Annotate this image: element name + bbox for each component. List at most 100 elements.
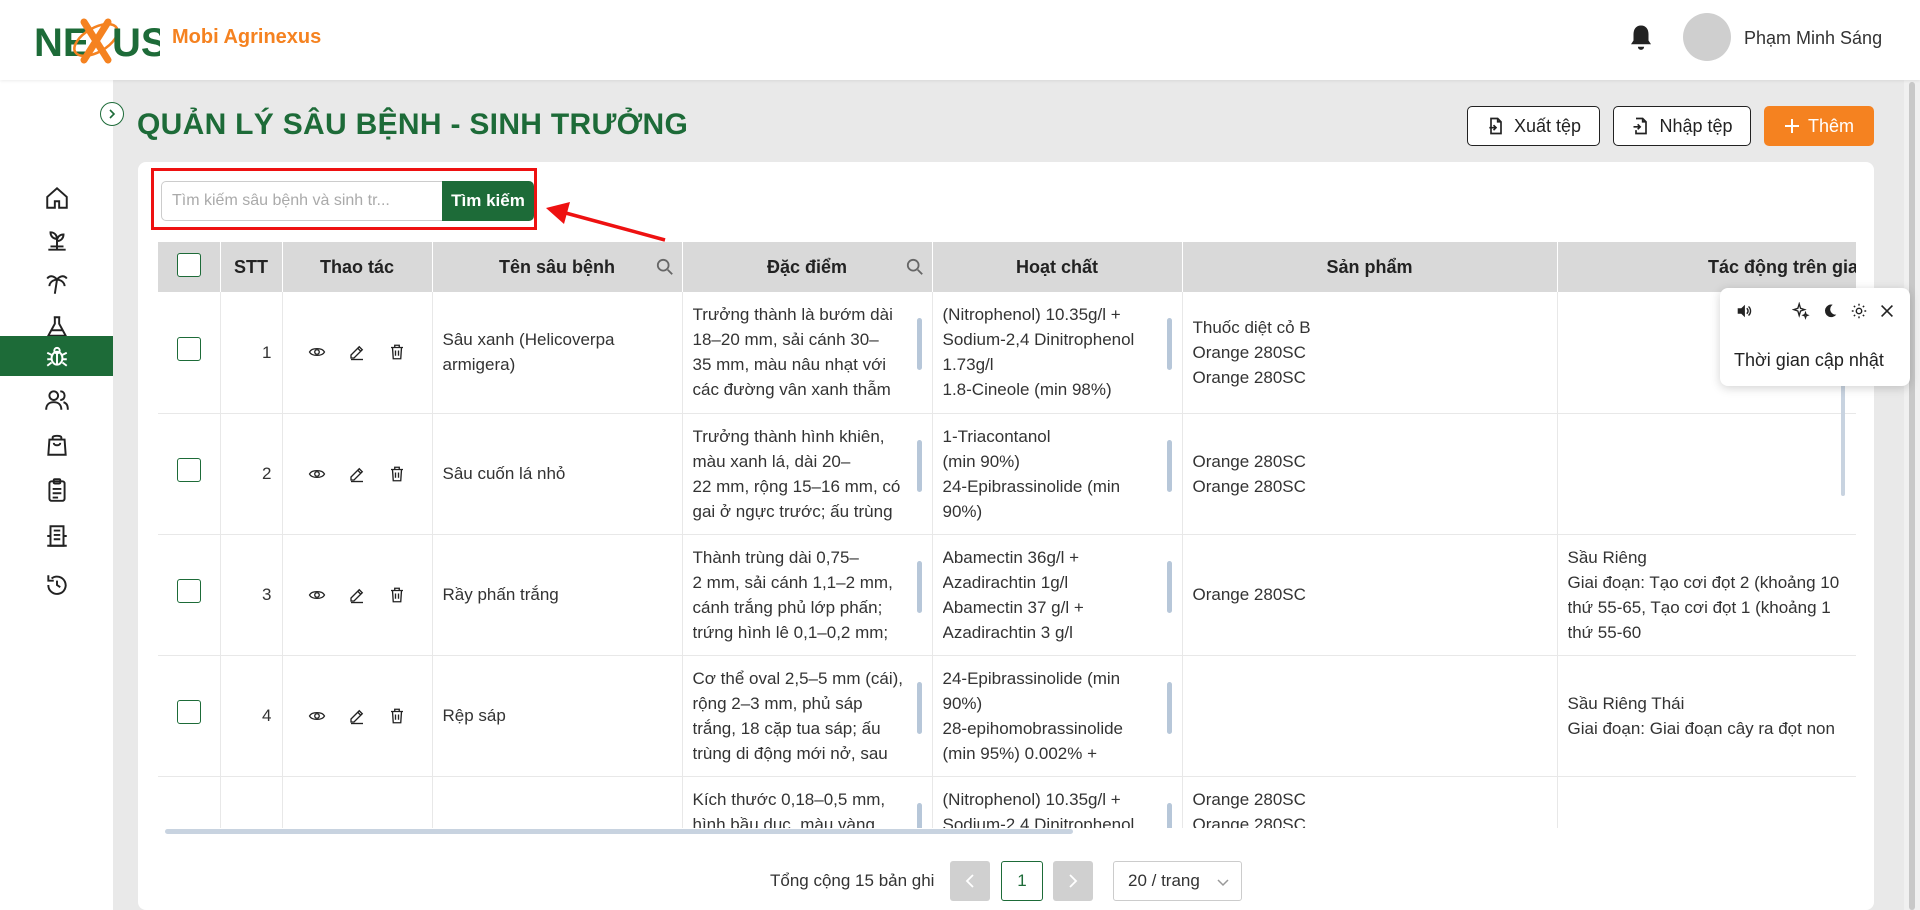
moon-icon[interactable] [1821,302,1839,320]
import-button[interactable]: Nhập tệp [1613,106,1751,146]
sidebar-item-tasks[interactable] [0,470,113,510]
notification-bell-icon[interactable] [1626,22,1656,54]
eye-icon[interactable] [308,586,326,604]
sidebar [0,80,113,910]
row-checkbox[interactable] [176,458,201,482]
chevron-right-icon [109,109,116,119]
page-scrollbar-thumb[interactable] [1909,82,1915,910]
cell-scrollbar[interactable] [916,439,922,492]
row-stt [220,776,283,828]
eye-icon[interactable] [308,343,326,361]
export-button[interactable]: Xuất tệp [1467,106,1600,146]
next-page-button[interactable] [1053,861,1093,901]
table-row[interactable]: 3 Rầy phấn trắng Thành trùng dài 0,75– 2 mm… [158,534,1856,656]
sparkle-icon[interactable] [1792,302,1810,320]
row-ingredient: Abamectin 36g/l + Azadirachtin 1g/l Abamec… [932,534,1183,656]
user-name[interactable]: Phạm Minh Sáng [1744,28,1882,49]
close-icon[interactable] [1878,302,1896,320]
table-row[interactable]: 2 Sâu cuốn lá nhỏ Trưởng thành hình khiên,… [158,413,1856,535]
sidebar-item-users[interactable] [0,380,113,420]
edit-icon[interactable] [348,465,366,483]
cell-line: Sodium-2,4 Dinitrophenol [942,814,1135,829]
table-row[interactable]: 1 Sâu xanh (Helicoverpa armigera) Trưởng t… [158,292,1856,414]
edit-icon[interactable] [348,707,366,725]
row-ingredient: 24-Epibrassinolide (min 90%) 28-epihomobra… [932,655,1183,777]
edit-icon[interactable] [348,586,366,604]
add-button[interactable]: Thêm [1764,106,1874,146]
cell-scrollbar[interactable] [1166,560,1172,613]
cell-scrollbar[interactable] [916,318,922,371]
select-all-cell [158,242,221,292]
search-icon[interactable] [906,258,924,276]
cell-line: các đường vân xanh thẫm [692,380,891,400]
eye-icon[interactable] [308,707,326,725]
cell-scrollbar[interactable] [1166,439,1172,492]
row-features: Thành trùng dài 0,75– 2 mm, sải cánh 1,1–… [682,534,933,656]
cell-line: thứ 55-65, Tạo cơi đọt 1 (khoảng 1 [1567,597,1831,617]
row-stt: 2 [220,413,283,535]
trash-icon[interactable] [388,586,406,604]
search-button[interactable]: Tìm kiếm [442,181,534,221]
cell-line: 90%) [942,501,983,521]
cell-line: trắng, 18 cặp tua sáp; ấu [692,718,881,738]
trash-icon[interactable] [388,465,406,483]
cell-line: Sầu Riêng Thái [1567,693,1685,713]
speaker-icon[interactable] [1735,302,1753,320]
file-export-icon [1489,117,1502,135]
row-ingredient: (Nitrophenol) 10.35g/l + Sodium-2,4 Dinit… [932,776,1183,829]
row-name: Rệp sáp [432,655,683,777]
nexus-logo[interactable]: NE US [34,10,160,70]
row-impact [1557,776,1856,828]
edit-icon[interactable] [348,343,366,361]
file-import-icon [1633,117,1648,135]
cell-line: hình bầu dục, màu vàng nhạt [692,814,875,829]
cell-line: Cơ thể oval 2,5–5 mm (cái), [692,668,904,688]
cell-scrollbar[interactable] [1166,681,1172,734]
search-input[interactable] [161,181,444,221]
table-horizontal-scrollbar[interactable] [165,829,1073,834]
page-size-value: 20 / trang [1128,871,1200,890]
sidebar-item-plant[interactable] [0,221,113,261]
sidebar-item-products[interactable] [0,425,113,465]
sidebar-item-home[interactable] [0,178,113,218]
prev-page-button[interactable] [950,861,990,901]
sidebar-item-crop[interactable] [0,264,113,304]
sidebar-item-history[interactable] [0,565,113,605]
row-actions [282,292,433,414]
cell-scrollbar[interactable] [916,802,922,828]
cell-scrollbar[interactable] [1166,318,1172,371]
clipboard-list-icon [47,478,66,502]
current-page-button[interactable]: 1 [1001,861,1043,901]
row-checkbox[interactable] [176,336,201,361]
column-header-actions: Thao tác [282,242,433,292]
row-checkbox[interactable] [176,579,201,603]
cell-line: Abamectin 37 g/l + [942,597,1084,617]
gear-icon[interactable] [1850,302,1868,320]
column-header-name: Tên sâu bệnh [432,242,683,292]
table-vertical-scrollbar[interactable] [1841,384,1845,496]
table-row[interactable]: Kích thước 0,18–0,5 mm, hình bầu dục, màu… [158,776,1856,828]
sidebar-item-reports[interactable] [0,516,113,556]
plus-icon [1784,119,1799,133]
avatar[interactable] [1683,13,1731,61]
select-all-checkbox[interactable] [176,252,201,277]
row-features: Kích thước 0,18–0,5 mm, hình bầu dục, màu… [682,776,933,829]
search-icon[interactable] [656,258,674,276]
row-checkbox[interactable] [176,700,201,724]
row-actions [282,534,433,656]
add-button-label: Thêm [1807,115,1854,136]
sidebar-item-pests[interactable] [0,336,113,376]
users-icon [44,390,69,410]
table-row[interactable]: 4 Rệp sáp Cơ thể oval 2,5–5 mm (cái), rộng … [158,655,1856,777]
trash-icon[interactable] [388,343,406,361]
trash-icon[interactable] [388,707,406,725]
page-scrollbar[interactable] [1904,80,1920,910]
page-size-select[interactable]: 20 / trang [1113,861,1242,901]
cell-scrollbar[interactable] [916,560,922,613]
sidebar-collapse-button[interactable] [100,102,124,126]
cell-line: 22 mm, rộng 15–16 mm, có [692,476,901,496]
cell-scrollbar[interactable] [1166,802,1172,828]
eye-icon[interactable] [308,465,326,483]
cell-scrollbar[interactable] [916,681,922,734]
cell-line: Orange 280SC [1192,451,1306,471]
